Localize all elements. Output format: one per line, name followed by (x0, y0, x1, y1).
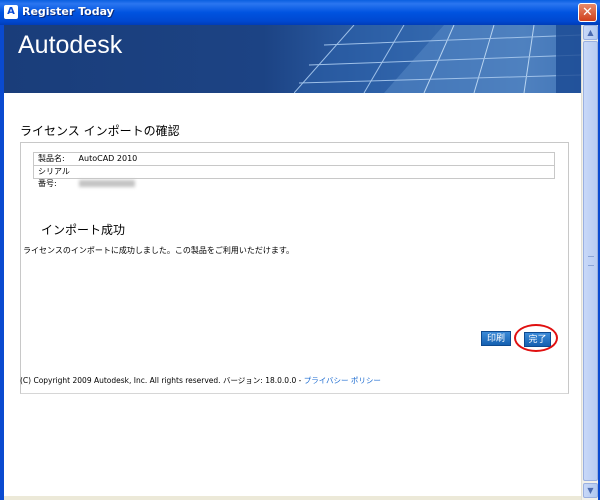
footer: (C) Copyright 2009 Autodesk, Inc. All ri… (20, 375, 381, 386)
scroll-up-button[interactable]: ▲ (583, 25, 598, 40)
product-name-label: 製品名: (38, 154, 65, 163)
vertical-scrollbar[interactable]: ▲ ▼ (581, 25, 598, 500)
title-bar[interactable]: A Register Today ✕ (0, 0, 600, 25)
product-info-table: 製品名: AutoCAD 2010 シリアル番号: (33, 152, 555, 188)
success-message: ライセンスのインポートに成功しました。この製品をご利用いただけます。 (23, 246, 295, 255)
header-banner: Autodesk (4, 25, 581, 93)
product-name-value: AutoCAD 2010 (78, 154, 138, 163)
confirmation-panel: 製品名: AutoCAD 2010 シリアル番号: インポート成功 ライセンスの… (20, 142, 569, 394)
success-heading: インポート成功 (41, 223, 126, 237)
close-button[interactable]: ✕ (578, 3, 597, 22)
serial-number-label: シリアル番号: (38, 167, 70, 188)
app-icon: A (4, 5, 18, 19)
scroll-grip-icon (588, 256, 594, 266)
print-button[interactable]: 印刷 (481, 331, 511, 346)
serial-number-row: シリアル番号: (34, 165, 554, 188)
scroll-down-button[interactable]: ▼ (583, 483, 598, 498)
privacy-policy-link[interactable]: プライバシー ポリシー (304, 376, 381, 385)
product-name-row: 製品名: AutoCAD 2010 (34, 153, 554, 165)
highlight-circle (514, 324, 558, 352)
building-graphic (294, 25, 581, 93)
autodesk-logo: Autodesk (18, 31, 123, 59)
page-title: ライセンス インポートの確認 (20, 124, 180, 138)
serial-number-value-redacted (78, 180, 135, 187)
copyright-text: (C) Copyright 2009 Autodesk, Inc. All ri… (20, 376, 304, 385)
scroll-thumb[interactable] (583, 41, 598, 481)
window-title: Register Today (22, 5, 114, 18)
window-content: Autodesk ライセンス インポートの確認 製品名: AutoCAD 201… (4, 25, 581, 496)
